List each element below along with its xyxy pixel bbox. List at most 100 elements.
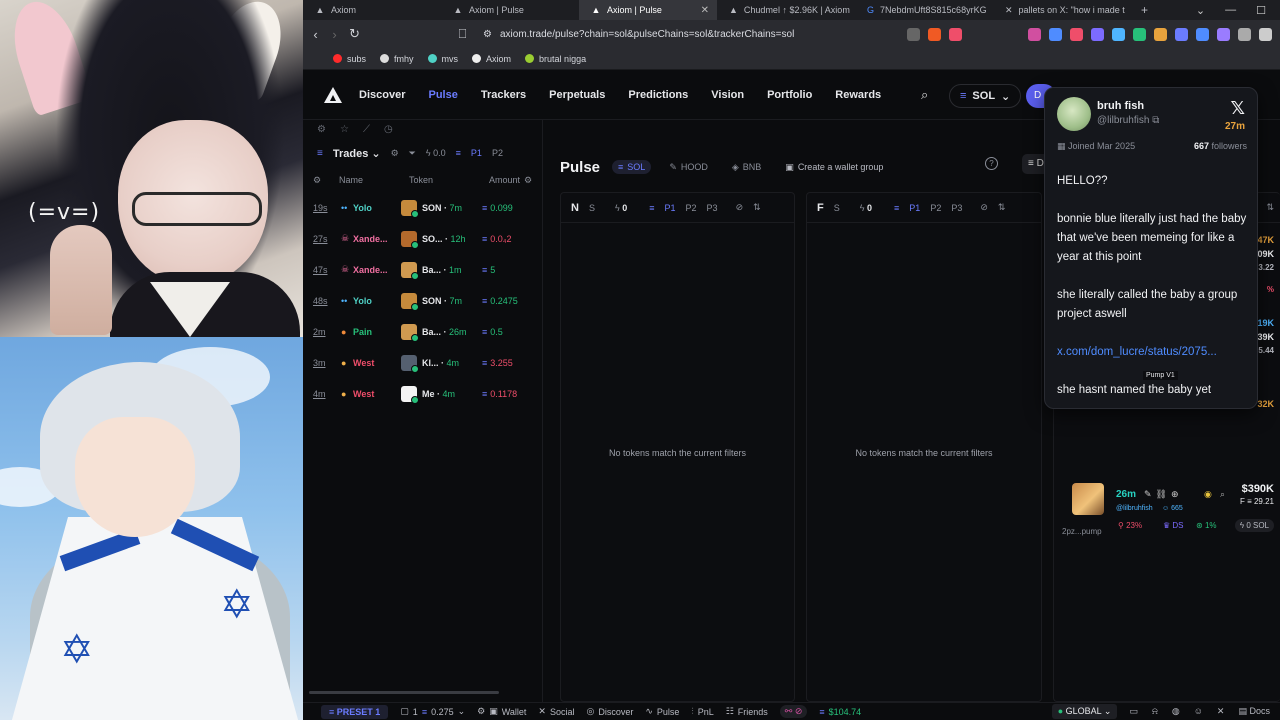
trader-name[interactable]: Yolo <box>353 203 401 213</box>
nav-vision[interactable]: Vision <box>711 89 744 101</box>
copy-icon[interactable]: ⧉ <box>1152 115 1159 126</box>
browser-tab-active[interactable]: ▲ Axiom | Pulse ✕ <box>579 0 717 20</box>
trade-age[interactable]: 4m <box>313 389 341 399</box>
trade-row[interactable]: 19s •• Yolo SON · 7m ≡ 0.099 <box>303 192 542 223</box>
preset-p3[interactable]: P3 <box>951 203 962 213</box>
preset-p3[interactable]: P3 <box>707 203 718 213</box>
settings-icon[interactable]: ⚙ <box>313 175 339 186</box>
reload-icon[interactable]: ↻ <box>349 26 360 42</box>
bottom-wallet[interactable]: ⚙ ▣ Wallet <box>477 706 526 717</box>
trade-row[interactable]: 48s •• Yolo SON · 7m ≡ 0.2475 <box>303 285 542 316</box>
extension-icon[interactable] <box>1133 27 1146 41</box>
token-thumbnail[interactable] <box>401 354 419 373</box>
filter-sliders-icon[interactable]: ⇅ <box>998 202 1006 213</box>
extension-icon[interactable] <box>1091 27 1104 41</box>
preset-p1[interactable]: P1 <box>909 203 920 213</box>
preset-selector[interactable]: ≡ PRESET 1 <box>321 704 389 719</box>
trade-row[interactable]: 3m ● West Kl... · 4m ≡ 3.255 <box>303 347 542 378</box>
new-tab-button[interactable]: + <box>1131 3 1158 17</box>
settings-icon[interactable]: ⚙ <box>391 148 399 159</box>
x-icon[interactable]: ✕ <box>1217 706 1225 717</box>
nav-perpetuals[interactable]: Perpetuals <box>549 89 605 101</box>
profile-handle[interactable]: @lilbruhfish ⧉ <box>1097 115 1159 126</box>
browser-tab[interactable]: ▲ Chudmel ↑ $2.96K | Axiom <box>717 0 855 20</box>
hide-icon[interactable]: ⊘ <box>980 202 988 213</box>
hide-icon[interactable]: ⊘ <box>736 202 744 213</box>
preset-p1[interactable]: P1 <box>665 203 676 213</box>
bottom-friends[interactable]: ☷ Friends <box>726 706 768 717</box>
star-icon[interactable]: ☆ <box>340 124 349 135</box>
lightning-icon[interactable]: ϟ 0 <box>615 203 627 213</box>
trader-name[interactable]: Yolo <box>353 296 401 306</box>
token-thumbnail[interactable] <box>401 261 419 280</box>
create-wallet-group-button[interactable]: ▣ Create a wallet group <box>785 162 883 173</box>
docs-link[interactable]: ▤ Docs <box>1238 706 1270 717</box>
extension-icon[interactable] <box>1217 27 1230 41</box>
bookmark-item[interactable]: Axiom <box>472 54 511 64</box>
bottom-pulse[interactable]: ∿ Pulse <box>645 706 679 717</box>
filter-icon[interactable]: ⏷ <box>409 148 416 159</box>
column-search[interactable]: S <box>834 203 840 213</box>
nav-discover[interactable]: Discover <box>359 89 405 101</box>
token-cell[interactable]: SO... · 12h <box>422 234 482 244</box>
connection-indicator[interactable]: ⚯ ⊘ <box>779 705 808 718</box>
settings-icon[interactable]: ⚙ <box>524 175 532 186</box>
token-thumbnail[interactable] <box>401 292 419 311</box>
coin-icon[interactable]: ◉ <box>1204 489 1212 500</box>
token-cell[interactable]: Ba... · 1m <box>422 265 482 275</box>
token-social-icons[interactable]: ✎⛓⊕ <box>1144 489 1183 500</box>
browser-tab[interactable]: ▲ Axiom | Pulse <box>441 0 579 20</box>
extension-icon[interactable] <box>1196 27 1209 41</box>
lightning-icon[interactable]: ϟ 0 <box>860 203 872 213</box>
help-icon[interactable]: ? <box>985 157 998 170</box>
chevron-down-icon[interactable]: ⌄ <box>1196 4 1205 17</box>
profile-name[interactable]: bruh fish <box>1097 100 1144 112</box>
bookmark-item[interactable]: mvs <box>427 54 458 64</box>
token-thumbnail[interactable] <box>1072 483 1104 515</box>
list-icon[interactable]: ≡ <box>317 148 323 159</box>
trade-age[interactable]: 3m <box>313 358 341 368</box>
brave-rewards-icon[interactable] <box>949 27 962 41</box>
token-cell[interactable]: Me · 4m <box>422 389 482 399</box>
wallet-count[interactable]: ▢ 1 ≡ 0.275 ⌄ <box>400 706 465 717</box>
bookmark-item[interactable]: brutal nigga <box>525 54 586 64</box>
browser-tab[interactable]: G 7NebdmUft8S815c68yrKG <box>855 0 993 20</box>
minimize-icon[interactable]: — <box>1225 4 1236 17</box>
token-card[interactable]: 26m ✎⛓⊕ ◉ ⌕ @lilbruhfish ☺ 665 2pz...pum… <box>1058 483 1280 541</box>
url-field[interactable]: ⚙ axiom.trade/pulse?chain=sol&pulseChain… <box>477 23 897 45</box>
search-icon[interactable]: ⌕ <box>1220 489 1225 500</box>
browser-tab[interactable]: ✕ pallets on X: "how i made t <box>993 0 1131 20</box>
cast-icon[interactable] <box>907 27 920 41</box>
trade-age[interactable]: 19s <box>313 203 341 213</box>
trade-row[interactable]: 4m ● West Me · 4m ≡ 0.1178 <box>303 378 542 409</box>
extension-icon[interactable] <box>1028 27 1041 41</box>
trade-age[interactable]: 48s <box>313 296 341 306</box>
nav-predictions[interactable]: Predictions <box>628 89 688 101</box>
quick-buy-button[interactable]: ϟ 0 SOL <box>1234 519 1274 532</box>
trader-name[interactable]: West <box>353 389 401 399</box>
chain-select[interactable]: ≡ SOL ⌄ <box>949 84 1022 108</box>
trade-age[interactable]: 2m <box>313 327 341 337</box>
token-cell[interactable]: Kl... · 4m <box>422 358 482 368</box>
history-icon[interactable]: ◷ <box>384 124 393 135</box>
token-thumbnail[interactable] <box>401 385 419 404</box>
forward-icon[interactable]: › <box>330 27 339 42</box>
profile-icon[interactable] <box>1259 27 1272 41</box>
balance[interactable]: ≡ $104.74 <box>819 707 861 717</box>
chain-filter-hood[interactable]: ✎ HOOD <box>663 160 714 175</box>
preset-p2[interactable]: P2 <box>686 203 697 213</box>
extension-icon[interactable] <box>1154 27 1167 41</box>
brave-shield-icon[interactable] <box>928 27 941 41</box>
filter-sliders-icon[interactable]: ⇅ <box>753 202 761 213</box>
token-thumbnail[interactable] <box>401 230 419 249</box>
filter-sliders-icon[interactable]: ⇅ <box>1266 202 1274 213</box>
bookmark-icon[interactable]: ⎕ <box>458 26 467 42</box>
nav-rewards[interactable]: Rewards <box>835 89 881 101</box>
trade-row[interactable]: 27s ☠ Xande... SO... · 12h ≡ 0.0₄2 <box>303 223 542 254</box>
lightning-icon[interactable]: ϟ 0.0 <box>426 148 446 158</box>
bell-icon[interactable]: ⍾ <box>1152 706 1158 717</box>
settings-icon[interactable]: ⚙ <box>317 124 326 135</box>
preset-p1[interactable]: P1 <box>471 148 482 158</box>
bottom-pnl[interactable]: ⫶ PnL <box>691 706 713 717</box>
token-cell[interactable]: SON · 7m <box>422 296 482 306</box>
